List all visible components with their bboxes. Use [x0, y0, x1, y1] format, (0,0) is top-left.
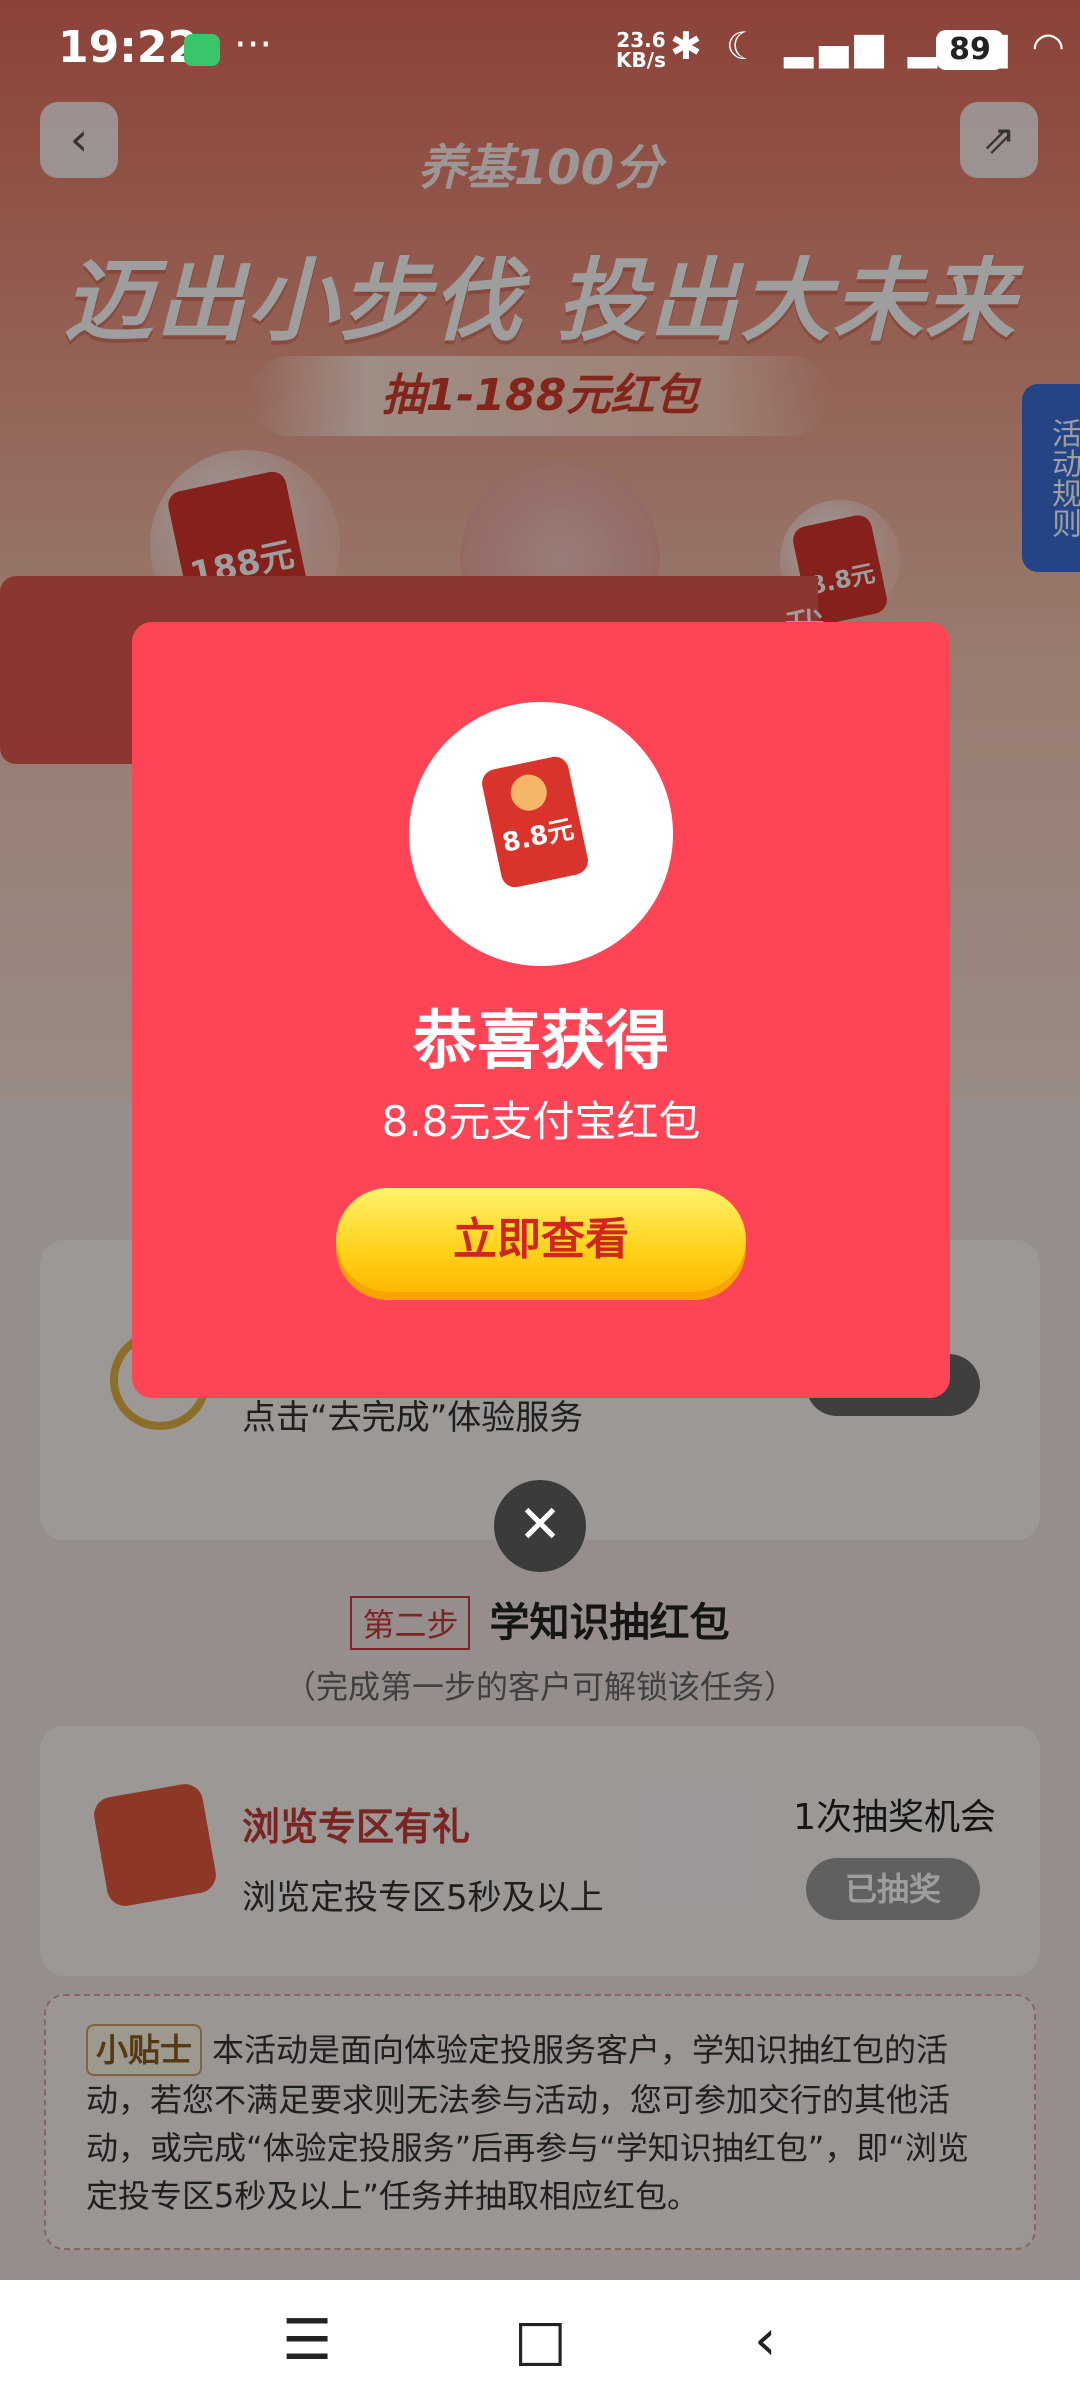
- prize-image: 8.8元: [409, 702, 673, 966]
- close-icon: ✕: [518, 1495, 562, 1555]
- prize-modal: 8.8元 恭喜获得 8.8元支付宝红包 立即查看: [132, 622, 950, 1398]
- message-icon: [184, 34, 220, 66]
- status-time: 19:22: [58, 22, 199, 73]
- home-icon[interactable]: □: [514, 2308, 567, 2373]
- battery-icon: 89: [936, 30, 1004, 70]
- status-bar: 19:22 ··· 23.6 KB/s ✱ ☾ ▂▄▆ ▂▄▆ ◠ 89: [0, 0, 1080, 100]
- close-modal-button[interactable]: ✕: [494, 1480, 586, 1572]
- more-notifications-icon: ···: [234, 22, 273, 68]
- red-packet-icon: 8.8元: [479, 754, 591, 890]
- network-speed: 23.6 KB/s: [616, 28, 666, 72]
- system-nav-bar: ☰ □ ‹: [0, 2280, 1080, 2400]
- congrats-title: 恭喜获得: [413, 1005, 669, 1079]
- page: ‹ ⇗ 养基100分 迈出小步伐 投出大未来 抽1-188元红包 188元 8.…: [0, 0, 1080, 2400]
- view-now-button[interactable]: 立即查看: [336, 1188, 746, 1292]
- status-icons: ✱ ☾ ▂▄▆ ▂▄▆ ◠: [670, 24, 1071, 68]
- back-icon[interactable]: ‹: [754, 2308, 776, 2373]
- menu-icon[interactable]: ☰: [282, 2308, 332, 2373]
- prize-description: 8.8元支付宝红包: [381, 1097, 701, 1146]
